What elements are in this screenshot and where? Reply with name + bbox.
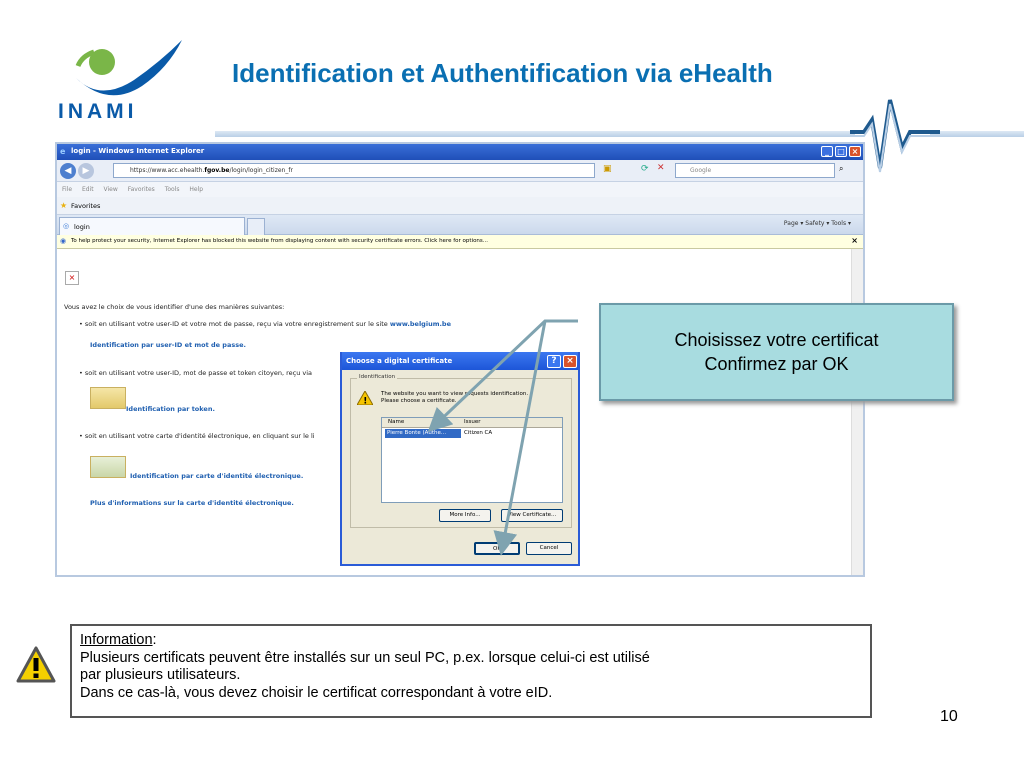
menu-edit[interactable]: Edit: [82, 186, 94, 193]
browser-titlebar: e login - Windows Internet Explorer _ □ …: [57, 144, 863, 160]
menu-view[interactable]: View: [104, 186, 118, 193]
new-tab-button[interactable]: [247, 218, 265, 235]
info-line-3: Dans ce cas-là, vous devez choisir le ce…: [80, 684, 553, 701]
intro-text: Vous avez le choix de vous identifier d'…: [64, 303, 285, 311]
callout-box: Choisissez votre certificat Confirmez pa…: [599, 303, 954, 401]
link-token[interactable]: Identification par token.: [126, 405, 215, 413]
info-box: Information: Plusieurs certificats peuve…: [70, 624, 872, 718]
link-eid[interactable]: Identification par carte d'identité élec…: [130, 472, 303, 480]
favorites-button[interactable]: Favorites: [71, 202, 100, 210]
inami-logo: [75, 40, 182, 96]
callout-line-1: Choisissez votre certificat: [674, 330, 879, 350]
row-issuer[interactable]: Citizen CA: [464, 430, 492, 436]
security-info-bar[interactable]: ◉ To help protect your security, Interne…: [57, 235, 863, 249]
page-icon: ◎: [63, 222, 70, 230]
page-number: 10: [940, 708, 958, 725]
broken-image-icon: ×: [65, 271, 79, 285]
col-name[interactable]: Name: [388, 419, 404, 425]
address-bar-row: ◀ ▶ https://www.acc.ehealth.fgov.be/logi…: [57, 160, 863, 182]
menu-favorites[interactable]: Favorites: [128, 186, 155, 193]
favorites-bar: ★ Favorites: [57, 197, 863, 215]
logo-text: INAMI: [58, 100, 138, 123]
back-icon[interactable]: ◀: [60, 163, 76, 179]
command-bar[interactable]: Page ▾ Safety ▾ Tools ▾: [784, 220, 851, 227]
address-input[interactable]: https://www.acc.ehealth.fgov.be/login/lo…: [113, 163, 595, 178]
info-heading: Information: [80, 632, 153, 648]
tab-bar: ◎ login Page ▾ Safety ▾ Tools ▾: [57, 215, 863, 235]
svg-text:!: !: [363, 397, 367, 406]
minimize-button[interactable]: _: [821, 146, 833, 157]
header-divider: [215, 131, 855, 137]
slide-title: Identification et Authentification via e…: [232, 58, 773, 88]
window-title: login - Windows Internet Explorer: [71, 147, 205, 155]
option-token: • soit en utilisant votre user-ID, mot d…: [79, 369, 313, 377]
info-line-2: par plusieurs utilisateurs.: [80, 667, 241, 683]
group-label: Identification: [357, 374, 398, 380]
cancel-button[interactable]: Cancel: [526, 542, 572, 555]
token-image[interactable]: [90, 387, 126, 409]
certificate-list[interactable]: Name Issuer Pierre Bonte (Authe... Citiz…: [381, 417, 563, 503]
more-info-button[interactable]: More Info...: [439, 509, 491, 522]
help-icon[interactable]: ?: [547, 355, 561, 368]
certificate-row[interactable]: Pierre Bonte (Authe...: [385, 429, 461, 438]
view-certificate-button[interactable]: View Certificate...: [501, 509, 563, 522]
dialog-close-button[interactable]: ×: [563, 355, 577, 368]
lock-icon[interactable]: ▣: [603, 164, 612, 174]
close-window-button[interactable]: ×: [849, 146, 861, 157]
vertical-scrollbar[interactable]: [851, 249, 863, 575]
callout-line-2: Confirmez par OK: [704, 354, 849, 374]
link-userid[interactable]: Identification par user-ID et mot de pas…: [90, 341, 246, 349]
warning-icon: [16, 646, 56, 683]
eid-card-image[interactable]: [90, 456, 126, 478]
search-input[interactable]: Google: [675, 163, 835, 178]
maximize-button[interactable]: □: [835, 146, 847, 157]
warning-small-icon: !: [357, 391, 373, 405]
info-line-1: Plusieurs certificats peuvent être insta…: [80, 649, 650, 666]
search-icon[interactable]: ⌕: [839, 164, 843, 174]
forward-icon[interactable]: ▶: [78, 163, 94, 179]
list-header: Name Issuer: [382, 418, 562, 428]
menu-help[interactable]: Help: [189, 186, 203, 193]
ok-button[interactable]: OK: [474, 542, 520, 555]
identification-group: Identification ! The website you want to…: [350, 374, 572, 528]
belgium-link[interactable]: www.belgium.be: [390, 320, 451, 328]
certificate-dialog: Choose a digital certificate ? × Identif…: [340, 352, 580, 566]
option-eid: • soit en utilisant votre carte d'identi…: [79, 432, 315, 440]
header-divider-right: [930, 131, 1024, 137]
close-icon[interactable]: ×: [851, 236, 858, 245]
menu-file[interactable]: File: [62, 186, 72, 193]
dialog-message: The website you want to view requests id…: [381, 391, 529, 404]
star-icon: ★: [60, 201, 68, 210]
dialog-titlebar: Choose a digital certificate ? ×: [342, 352, 578, 370]
stop-icon[interactable]: ✕: [657, 163, 665, 173]
menu-tools[interactable]: Tools: [165, 186, 180, 193]
shield-icon: ◉: [60, 237, 67, 245]
refresh-icon[interactable]: ⟳: [641, 164, 649, 174]
link-more-info[interactable]: Plus d'informations sur la carte d'ident…: [90, 499, 294, 507]
tab-login[interactable]: ◎ login: [59, 217, 245, 235]
ie-icon: e: [60, 147, 66, 156]
option-userid: • soit en utilisant votre user-ID et vot…: [79, 320, 451, 328]
menu-bar: File Edit View Favorites Tools Help: [57, 182, 863, 197]
col-issuer[interactable]: Issuer: [464, 419, 480, 425]
